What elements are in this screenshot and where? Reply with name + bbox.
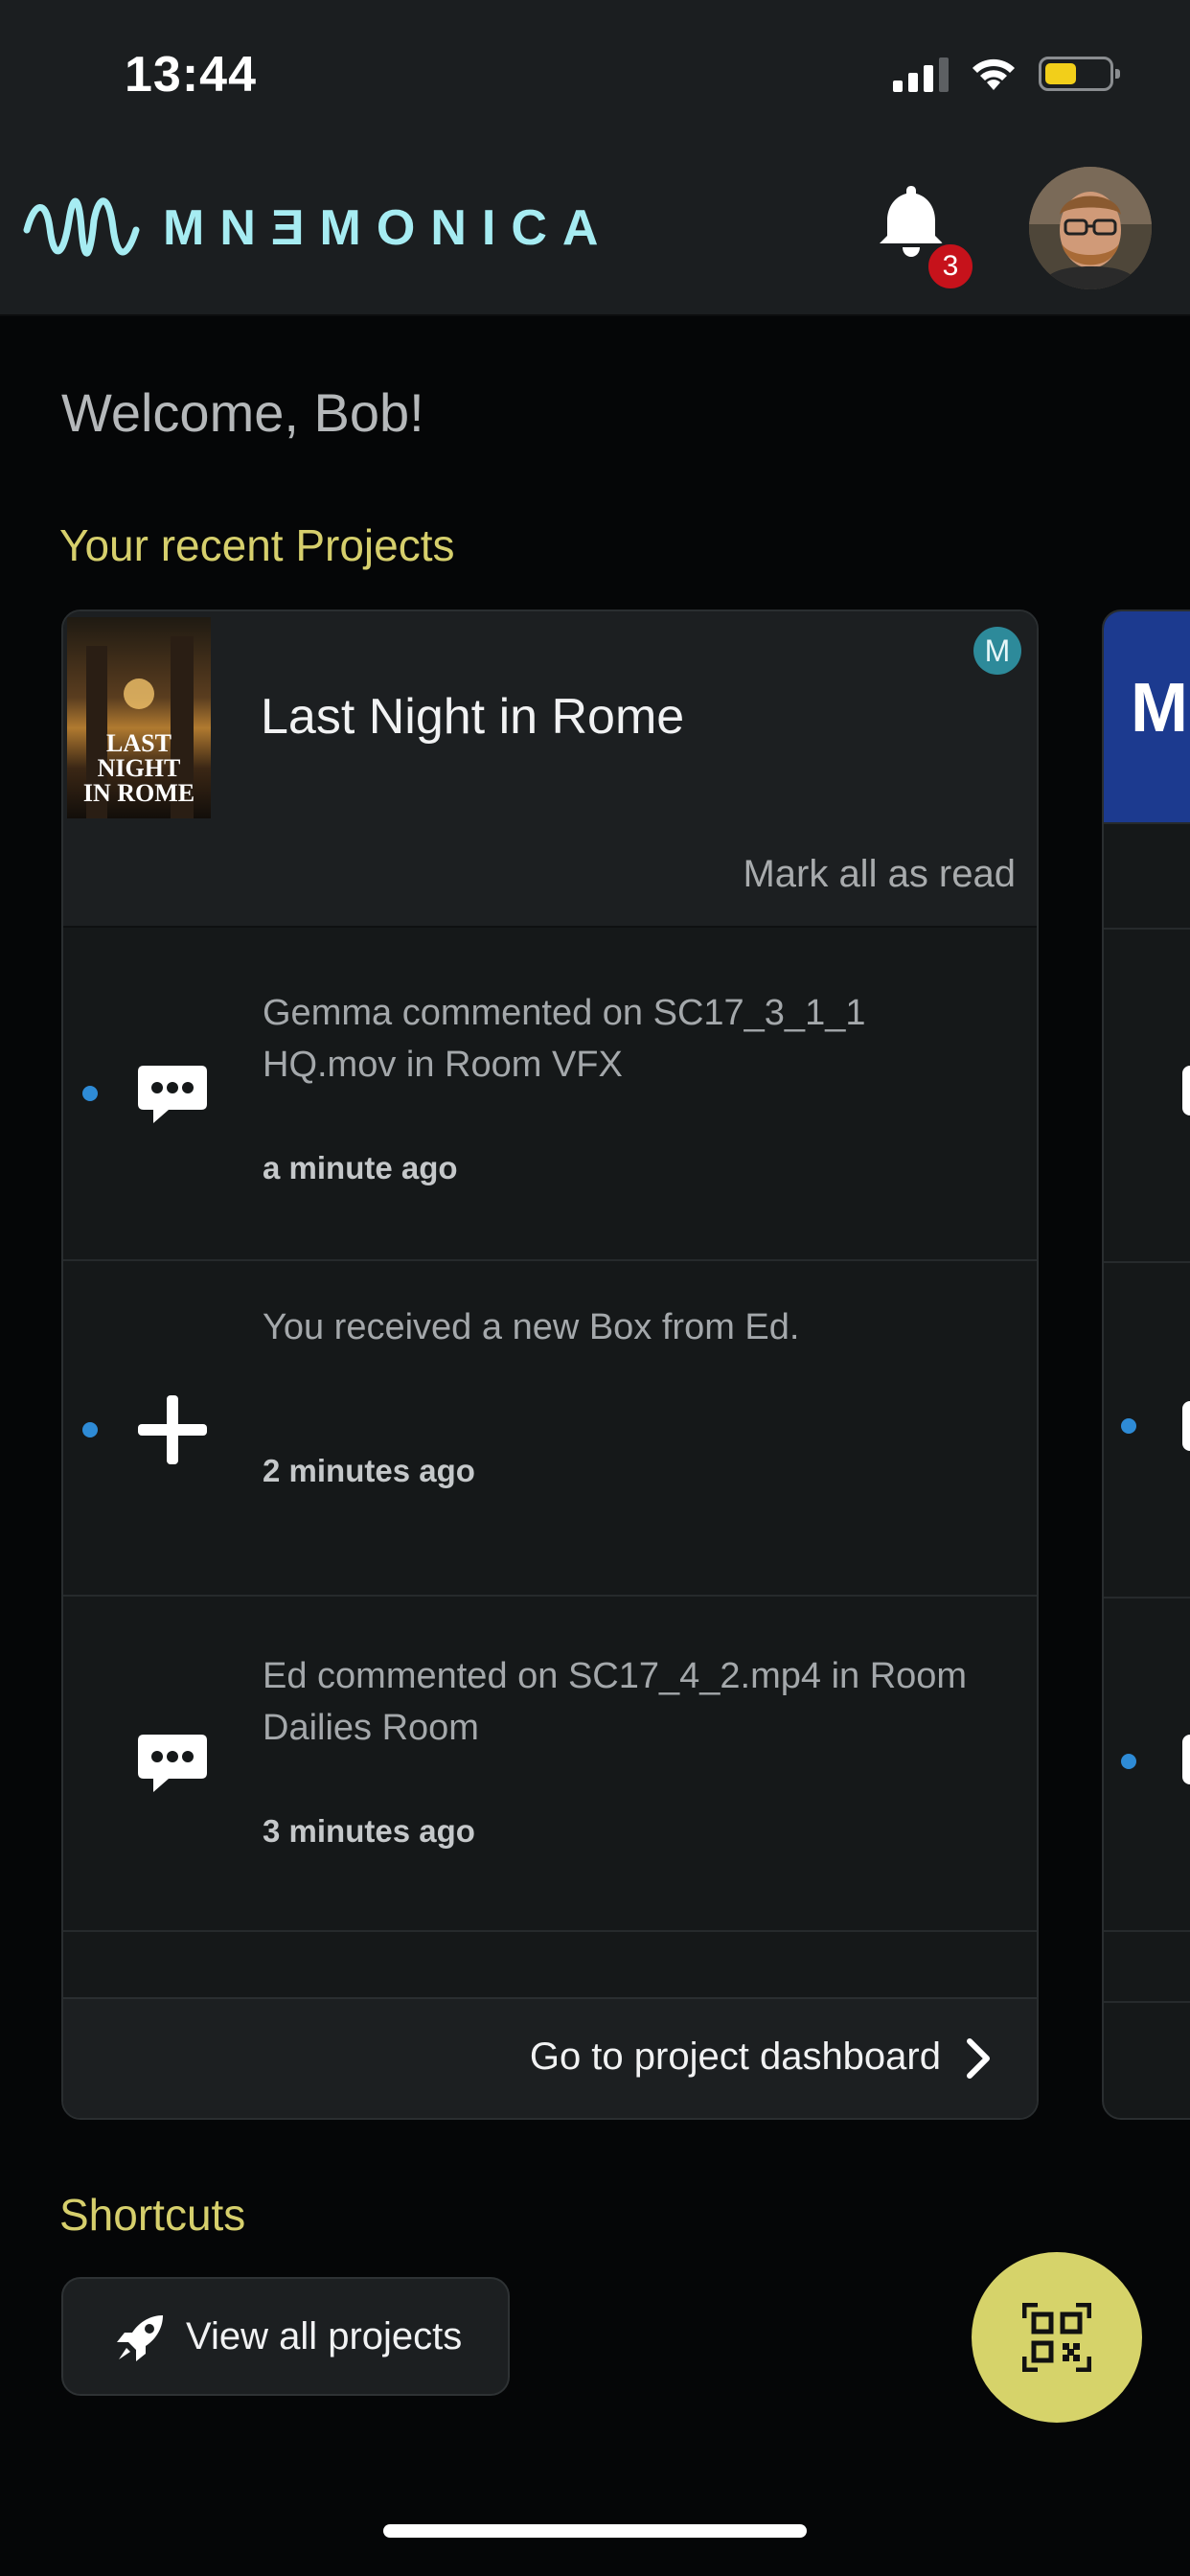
wifi-icon [973, 58, 1015, 90]
mnemonica-logo[interactable]: MNƎMONICA [21, 182, 613, 274]
project-dashboard-bar[interactable]: Go to project dashboard [63, 1997, 1037, 2118]
cellular-signal-icon [893, 56, 949, 92]
notification-time: 3 minutes ago [263, 1813, 475, 1849]
notification-time: 2 minutes ago [263, 1453, 475, 1488]
battery-icon [1039, 57, 1120, 91]
next-card-icon [1182, 1735, 1190, 1784]
home-indicator[interactable] [383, 2524, 807, 2538]
plus-icon [138, 1395, 207, 1464]
rocket-icon [117, 2315, 163, 2361]
unread-dot [1121, 1418, 1136, 1434]
notification-text: Ed commented on SC17_4_2.mp4 in Room Dai… [263, 1656, 968, 1748]
unread-dot [82, 1422, 98, 1438]
status-bar: 13:44 [0, 0, 1190, 153]
avatar[interactable] [1029, 167, 1152, 289]
project-member-badge: M [973, 627, 1021, 675]
next-project-poster: Ma [1104, 611, 1190, 822]
project-card[interactable]: LAST NIGHT IN ROME Last Night in Rome M … [61, 610, 1039, 2120]
project-card-header[interactable]: LAST NIGHT IN ROME Last Night in Rome M [63, 611, 1037, 826]
go-to-dashboard-link[interactable]: Go to project dashboard [530, 2036, 941, 2079]
chevron-right-icon [967, 2038, 990, 2079]
app-header: MNƎMONICA 3 [0, 153, 1190, 316]
qr-code-icon [1022, 2303, 1091, 2372]
shortcuts-title: Shortcuts [59, 2190, 246, 2240]
project-poster: LAST NIGHT IN ROME [67, 617, 211, 818]
recent-projects-title: Your recent Projects [59, 520, 455, 570]
next-card-icon [1182, 1401, 1190, 1451]
unread-dot [82, 1086, 98, 1101]
qr-scan-button[interactable] [972, 2252, 1142, 2423]
notification-item[interactable]: Gemma commented on SC17_3_1_1 HQ.mov in … [63, 928, 1037, 1261]
svg-text:NIGHT: NIGHT [98, 754, 181, 782]
notification-text: Gemma commented on SC17_3_1_1 HQ.mov in … [263, 993, 866, 1085]
status-icons [893, 56, 1120, 92]
project-title[interactable]: Last Night in Rome [261, 688, 684, 746]
next-card-icon [1182, 1066, 1190, 1116]
notification-item[interactable]: You received a new Box from Ed. 2 minute… [63, 1261, 1037, 1597]
notification-text: You received a new Box from Ed. [263, 1307, 800, 1347]
status-time: 13:44 [125, 47, 257, 103]
logo-wordmark: MNƎMONICA [163, 200, 614, 256]
notification-count-badge: 3 [926, 242, 975, 291]
notification-time: a minute ago [263, 1150, 458, 1185]
unread-dot [1121, 1754, 1136, 1769]
svg-text:IN ROME: IN ROME [83, 779, 195, 807]
comment-icon [138, 1735, 207, 1792]
next-project-card[interactable]: Ma [1102, 610, 1190, 2120]
svg-text:LAST: LAST [106, 729, 172, 757]
mark-all-read-bar: Mark all as read [63, 824, 1037, 928]
comment-icon [138, 1066, 207, 1123]
welcome-heading: Welcome, Bob! [61, 382, 424, 443]
logo-mark-icon [23, 197, 140, 257]
view-all-projects-label: View all projects [186, 2315, 463, 2358]
mark-all-read-button[interactable]: Mark all as read [743, 853, 1016, 896]
notification-item[interactable]: Ed commented on SC17_4_2.mp4 in Room Dai… [63, 1597, 1037, 1932]
view-all-projects-button[interactable]: View all projects [61, 2277, 510, 2396]
